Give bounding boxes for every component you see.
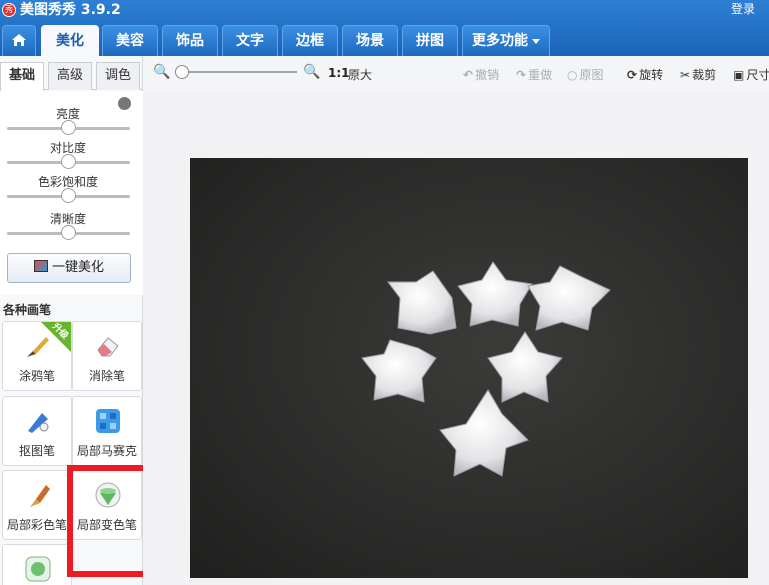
rotate-label: 旋转 xyxy=(639,68,664,82)
sharpness-knob[interactable] xyxy=(61,225,76,240)
subtab-basic[interactable]: 基础 xyxy=(0,62,44,91)
doodle-brush-label: 涂鸦笔 xyxy=(18,369,55,383)
magic-wand-icon xyxy=(33,260,48,272)
brushes-title: 各种画笔 xyxy=(3,303,52,317)
subtab-advanced[interactable]: 高级 xyxy=(48,62,92,90)
paint-brush-icon xyxy=(30,485,50,507)
canvas-area xyxy=(143,90,769,585)
tab-beauty[interactable]: 美容 xyxy=(102,25,158,56)
tab-scene[interactable]: 场景 xyxy=(342,25,398,56)
resize-label: 尺寸 xyxy=(746,68,769,82)
app-logo: 秀 xyxy=(2,3,16,17)
tab-accessories[interactable]: 饰品 xyxy=(162,25,218,56)
cutout-pen-icon xyxy=(28,413,49,433)
redo-label: 重做 xyxy=(528,68,553,82)
zoom-slider[interactable] xyxy=(179,71,297,73)
ratio-button[interactable]: 1:1 xyxy=(328,66,350,80)
app-title: 美图秀秀 3.9.2 xyxy=(20,2,121,18)
original-size-button[interactable]: 原大 xyxy=(348,66,372,83)
saturation-knob[interactable] xyxy=(61,188,76,203)
local-color-brush-button[interactable]: 局部彩色笔 xyxy=(2,470,72,540)
doodle-brush-button[interactable]: 升级 涂鸦笔 xyxy=(2,321,72,391)
eraser-brush-label: 消除笔 xyxy=(88,369,125,383)
undo-label: 撤销 xyxy=(475,68,500,82)
crop-label: 裁剪 xyxy=(692,68,717,82)
cutout-brush-label: 抠图笔 xyxy=(18,444,55,458)
tab-text[interactable]: 文字 xyxy=(222,25,278,56)
chevron-down-icon xyxy=(532,38,540,44)
tab-collage[interactable]: 拼图 xyxy=(402,25,458,56)
cutout-brush-button[interactable]: 抠图笔 xyxy=(2,396,72,466)
canvas-toolbar: 🔍 🔍 1:1 原大 ↶ 撤销 ↷ 重做 ○ 原图 ⟳ 旋转 ✂ 裁剪 ▣ 尺寸 xyxy=(143,56,769,90)
original-label: 原图 xyxy=(579,68,604,82)
rotate-button[interactable]: ⟳ 旋转 xyxy=(627,66,663,83)
one-key-label: 一键美化 xyxy=(51,260,104,275)
resize-button[interactable]: ▣ 尺寸 xyxy=(733,66,769,83)
subtab-color[interactable]: 调色 xyxy=(96,62,140,90)
tab-border[interactable]: 边框 xyxy=(282,25,338,56)
eraser-icon xyxy=(97,337,119,357)
tab-beautify[interactable]: 美化 xyxy=(41,25,99,56)
brush-tool-icon xyxy=(25,556,51,582)
more-brush-button[interactable] xyxy=(2,544,72,585)
mosaic-brush-button[interactable]: 局部马赛克 xyxy=(72,396,142,466)
one-key-beautify-button[interactable]: 一键美化 xyxy=(7,253,131,283)
title-bar: 秀 美图秀秀 3.9.2 登录 美化 美容 饰品 文字 边框 场景 拼图 更多功… xyxy=(0,0,769,56)
scissors-icon: ✂ xyxy=(680,68,691,82)
zoom-knob[interactable] xyxy=(175,65,189,79)
adjust-subtabs: 基础 高级 调色 xyxy=(0,60,143,91)
contrast-knob[interactable] xyxy=(61,154,76,169)
rotate-icon: ⟳ xyxy=(627,68,638,82)
eraser-brush-button[interactable]: 消除笔 xyxy=(72,321,142,391)
paper-stars-photo xyxy=(361,261,611,477)
resize-icon: ▣ xyxy=(733,68,745,82)
crop-button[interactable]: ✂ 裁剪 xyxy=(680,66,716,83)
tab-more-features[interactable]: 更多功能 xyxy=(462,25,550,56)
original-image-button[interactable]: ○ 原图 xyxy=(567,66,604,83)
mosaic-brush-label: 局部马赛克 xyxy=(76,444,137,458)
mosaic-icon xyxy=(96,409,120,433)
zoom-in-icon[interactable]: 🔍 xyxy=(303,64,320,80)
home-icon[interactable] xyxy=(2,25,36,56)
brightness-knob[interactable] xyxy=(61,120,76,135)
undo-icon: ↶ xyxy=(463,68,474,82)
circle-icon: ○ xyxy=(567,68,578,82)
zoom-out-icon[interactable]: 🔍 xyxy=(153,64,170,80)
photo-image[interactable] xyxy=(190,158,748,578)
local-color-brush-label: 局部彩色笔 xyxy=(6,518,67,532)
redo-button[interactable]: ↷ 重做 xyxy=(516,66,552,83)
undo-button[interactable]: ↶ 撤销 xyxy=(463,66,499,83)
redo-icon: ↷ xyxy=(516,68,527,82)
tab-more-label: 更多功能 xyxy=(472,33,528,49)
login-link[interactable]: 登录 xyxy=(731,1,755,17)
